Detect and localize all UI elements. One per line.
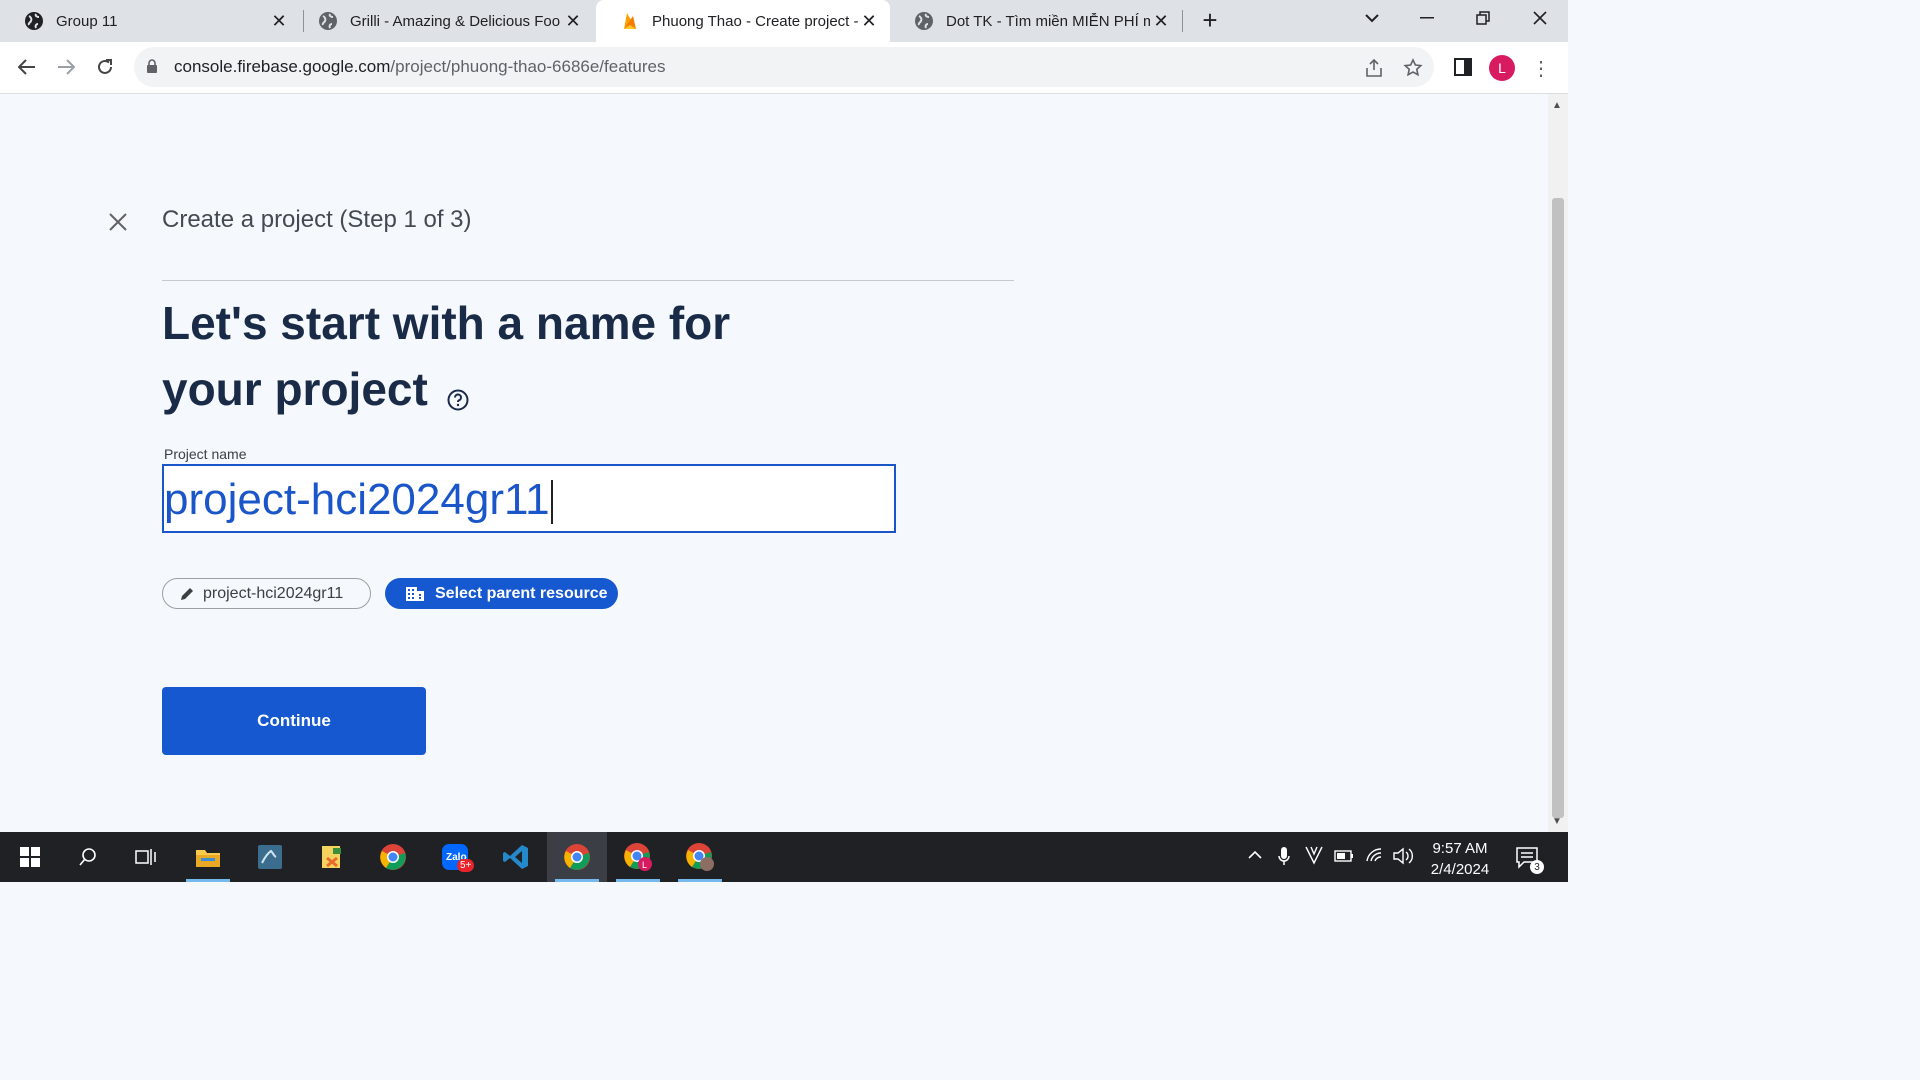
tab-title: Group 11: [56, 12, 118, 30]
page-heading: Let's start with a name for your project: [162, 290, 782, 428]
share-icon[interactable]: [1361, 55, 1387, 81]
show-hidden-icons-chevron-icon[interactable]: [1248, 847, 1262, 864]
address-bar[interactable]: console.firebase.google.com/project/phuo…: [134, 47, 1434, 87]
clock-time: 9:57 AM: [1432, 840, 1488, 857]
minimize-icon[interactable]: [1405, 0, 1449, 36]
search-icon[interactable]: [58, 832, 118, 882]
project-id-chip[interactable]: project-hci2024gr11: [162, 578, 371, 609]
project-name-label: Project name: [164, 446, 247, 462]
tab-title: Phuong Thao - Create project - F: [652, 12, 858, 30]
url-domain: console.firebase.google.com: [174, 57, 391, 76]
globe-icon: [914, 11, 934, 31]
chrome-profile-l-icon[interactable]: L: [608, 832, 668, 882]
project-name-value: project-hci2024gr11: [164, 475, 553, 525]
restore-icon[interactable]: [1461, 0, 1505, 36]
pencil-icon: [179, 586, 195, 602]
organization-building-icon: [405, 586, 425, 602]
mysql-workbench-icon[interactable]: [240, 832, 300, 882]
microphone-icon[interactable]: [1278, 846, 1290, 870]
tab-group-11[interactable]: Group 11 ✕: [0, 0, 300, 42]
globe-icon: [318, 11, 338, 31]
step-title: Create a project (Step 1 of 3): [162, 206, 472, 233]
clock-date: 2/4/2024: [1430, 861, 1490, 878]
tab-grilli[interactable]: Grilli - Amazing & Delicious Foo ✕: [294, 0, 594, 42]
notification-center-icon[interactable]: 3: [1514, 844, 1544, 874]
url-path: /project/phuong-thao-6686e/features: [390, 57, 666, 76]
windows-taskbar: Zalo 5+ L: [0, 832, 1568, 882]
close-create-project-icon[interactable]: [106, 210, 130, 234]
forward-arrow-icon[interactable]: [49, 50, 83, 84]
text-caret: [550, 480, 553, 525]
chrome-profile-2-icon[interactable]: [670, 832, 730, 882]
wifi-icon[interactable]: [1365, 847, 1385, 867]
task-view-icon[interactable]: [116, 832, 176, 882]
new-tab-button[interactable]: +: [1196, 5, 1224, 35]
browser-toolbar: console.firebase.google.com/project/phuo…: [0, 42, 1568, 94]
chrome-icon[interactable]: [363, 832, 423, 882]
close-tab-icon[interactable]: ✕: [268, 10, 290, 32]
help-icon[interactable]: [447, 362, 469, 428]
chrome-active-icon[interactable]: [547, 832, 607, 882]
file-explorer-icon[interactable]: [178, 832, 238, 882]
close-tab-icon[interactable]: ✕: [1150, 10, 1172, 32]
tab-search-chevron-icon[interactable]: [1350, 0, 1394, 36]
close-tab-icon[interactable]: ✕: [562, 10, 584, 32]
tab-firebase-create-project[interactable]: Phuong Thao - Create project - F ✕: [596, 0, 890, 42]
back-arrow-icon[interactable]: [10, 50, 44, 84]
tab-separator: [1182, 10, 1183, 32]
globe-icon: [24, 11, 44, 31]
windows-start-icon[interactable]: [0, 832, 60, 882]
divider: [162, 280, 1014, 281]
battery-icon[interactable]: [1334, 849, 1354, 866]
scroll-down-arrow-icon[interactable]: ▼: [1552, 816, 1562, 827]
running-indicator: [678, 879, 722, 882]
tab-dot-tk[interactable]: Dot TK - Tìm miền MIỄN PHÍ mớ ✕: [890, 0, 1182, 42]
firebase-icon: [620, 11, 640, 31]
notification-count: 3: [1530, 860, 1544, 874]
page-scrollbar[interactable]: ▲ ▼: [1548, 94, 1568, 832]
tab-title: Dot TK - Tìm miền MIỄN PHÍ mớ: [946, 12, 1150, 30]
svg-text:L: L: [642, 860, 647, 870]
close-window-icon[interactable]: [1518, 0, 1562, 36]
bookmark-star-icon[interactable]: [1400, 55, 1426, 81]
parent-resource-label: Select parent resource: [435, 584, 608, 602]
continue-button[interactable]: Continue: [162, 687, 426, 755]
url-text: console.firebase.google.com/project/phuo…: [174, 57, 665, 77]
running-indicator: [616, 879, 660, 882]
project-id-text: project-hci2024gr11: [203, 584, 344, 602]
tab-title: Grilli - Amazing & Delicious Foo: [350, 12, 561, 30]
zalo-badge: 5+: [457, 859, 475, 872]
notepad-app-icon[interactable]: [302, 832, 362, 882]
side-panel-icon[interactable]: [1450, 54, 1476, 80]
project-name-input[interactable]: project-hci2024gr11: [162, 464, 896, 533]
running-indicator: [555, 879, 599, 882]
vietkey-icon[interactable]: [1305, 845, 1323, 869]
project-name-text: project-hci2024gr11: [164, 475, 550, 524]
lock-icon[interactable]: [146, 59, 158, 79]
more-menu-icon[interactable]: ⋮: [1530, 55, 1552, 81]
taskbar-clock[interactable]: 9:57 AM 2/4/2024: [1420, 838, 1500, 880]
zalo-icon[interactable]: Zalo 5+: [425, 832, 485, 882]
profile-avatar[interactable]: L: [1489, 55, 1515, 81]
vscode-icon[interactable]: [486, 832, 546, 882]
reload-icon[interactable]: [88, 50, 122, 84]
scrollbar-thumb[interactable]: [1552, 198, 1564, 818]
select-parent-resource-button[interactable]: Select parent resource: [385, 578, 618, 609]
close-tab-icon[interactable]: ✕: [858, 10, 880, 32]
volume-icon[interactable]: [1393, 847, 1413, 869]
browser-tab-strip: Group 11 ✕ Grilli - Amazing & Delicious …: [0, 0, 1568, 42]
running-indicator: [186, 879, 230, 882]
scroll-up-arrow-icon[interactable]: ▲: [1552, 100, 1562, 111]
